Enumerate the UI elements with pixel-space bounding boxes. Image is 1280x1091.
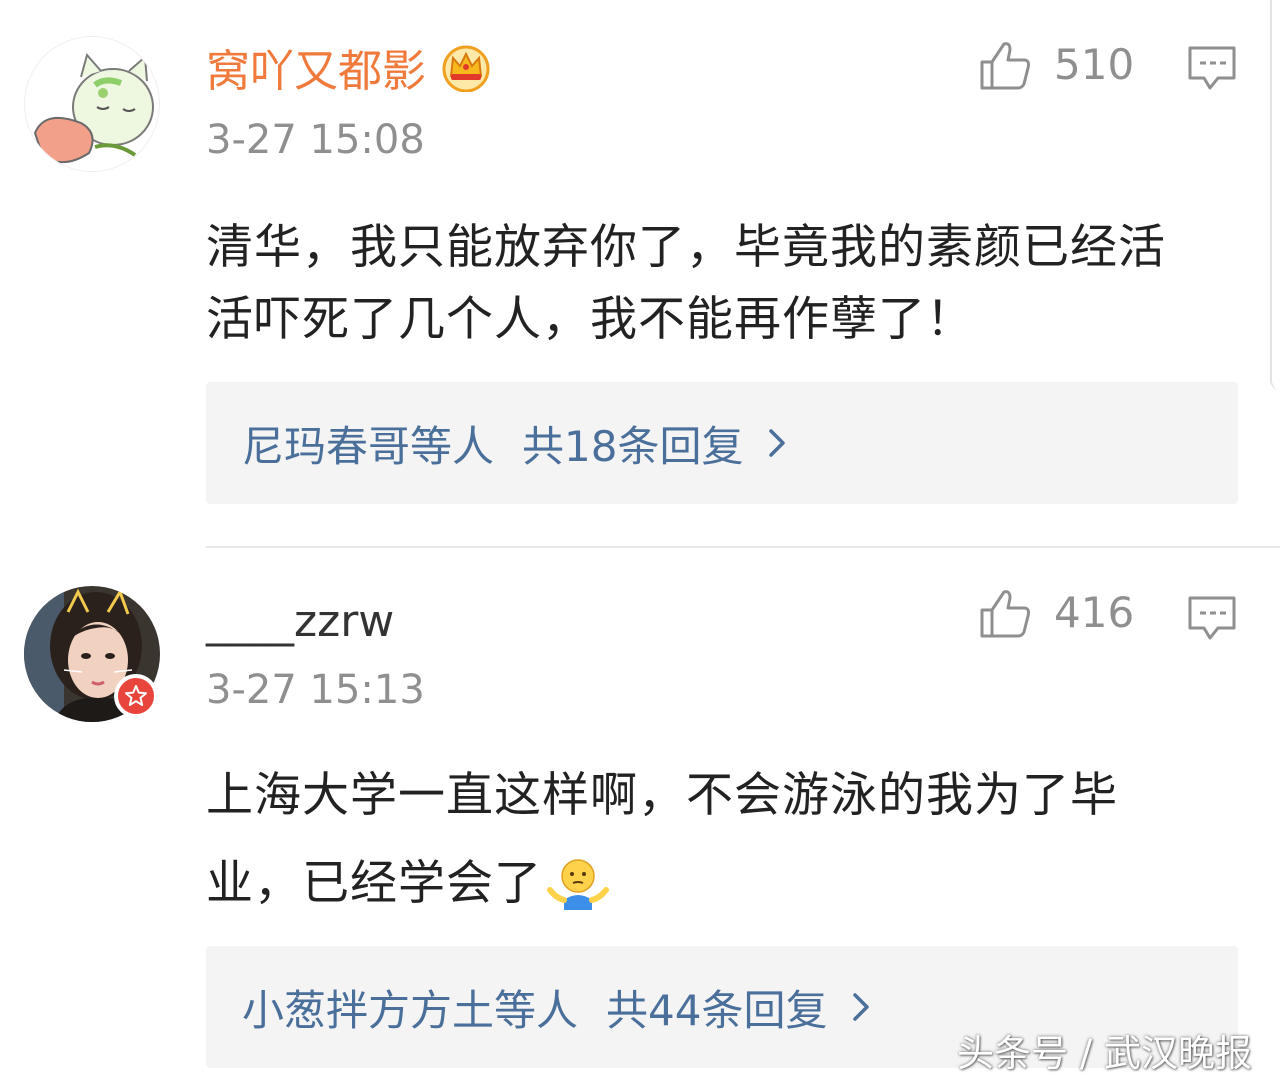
chevron-right-icon	[767, 427, 787, 459]
reply-count: 共44条回复	[606, 985, 828, 1035]
chevron-right-icon	[851, 991, 871, 1023]
comment-text-line: 活吓死了几个人，我不能再作孽了！	[206, 292, 974, 347]
thumbs-up-icon	[980, 590, 1030, 638]
comment-text-line: 业，已经学会了	[206, 840, 1246, 928]
watermark: 头条号 / 武汉晚报	[957, 1032, 1252, 1075]
username[interactable]: 窝吖又都影	[206, 50, 426, 94]
comment-text-segment: 业，已经学会了	[206, 856, 542, 911]
reply-comment-icon[interactable]	[1186, 44, 1238, 92]
replies-link[interactable]: 尼玛春哥等人 共18条回复	[206, 382, 1238, 504]
verified-star-icon	[114, 674, 158, 718]
like-count: 416	[1054, 588, 1135, 637]
comment-timestamp: 3-27 15:08	[206, 117, 425, 163]
reply-count: 共18条回复	[522, 421, 744, 471]
comment-item: ____zzrw 3-27 15:13 416 上海大学一直这样啊，不会游泳的我…	[0, 548, 1280, 1091]
reply-users: 尼玛春哥等人	[242, 421, 495, 471]
crown-icon	[442, 45, 490, 92]
reply-users: 小葱拌方方土等人	[242, 985, 579, 1035]
comment-thread-page: 窝吖又都影 3-27 15:08 510 清华，我只能放弃你了，毕竟我的素颜已经…	[0, 0, 1280, 1091]
comment-item: 窝吖又都影 3-27 15:08 510 清华，我只能放弃你了，毕竟我的素颜已经…	[0, 0, 1280, 546]
comment-text-line: 清华，我只能放弃你了，毕竟我的素颜已经活	[206, 220, 1166, 275]
comment-text-line: 上海大学一直这样啊，不会游泳的我为了毕	[206, 768, 1118, 823]
comment-text: 上海大学一直这样啊，不会游泳的我为了毕 业，已经学会了	[206, 752, 1246, 928]
comment-text: 清华，我只能放弃你了，毕竟我的素颜已经活 活吓死了几个人，我不能再作孽了！	[206, 212, 1246, 356]
comment-timestamp: 3-27 15:13	[206, 667, 425, 713]
shrug-emoji-icon	[547, 859, 609, 910]
like-button[interactable]: 510	[978, 38, 1134, 92]
username[interactable]: ____zzrw	[206, 600, 394, 644]
cartoon-cat-avatar[interactable]	[24, 36, 160, 172]
like-count: 510	[1054, 40, 1135, 89]
thumbs-up-icon	[980, 42, 1030, 90]
reply-comment-icon[interactable]	[1186, 594, 1238, 642]
like-button[interactable]: 416	[978, 586, 1134, 640]
